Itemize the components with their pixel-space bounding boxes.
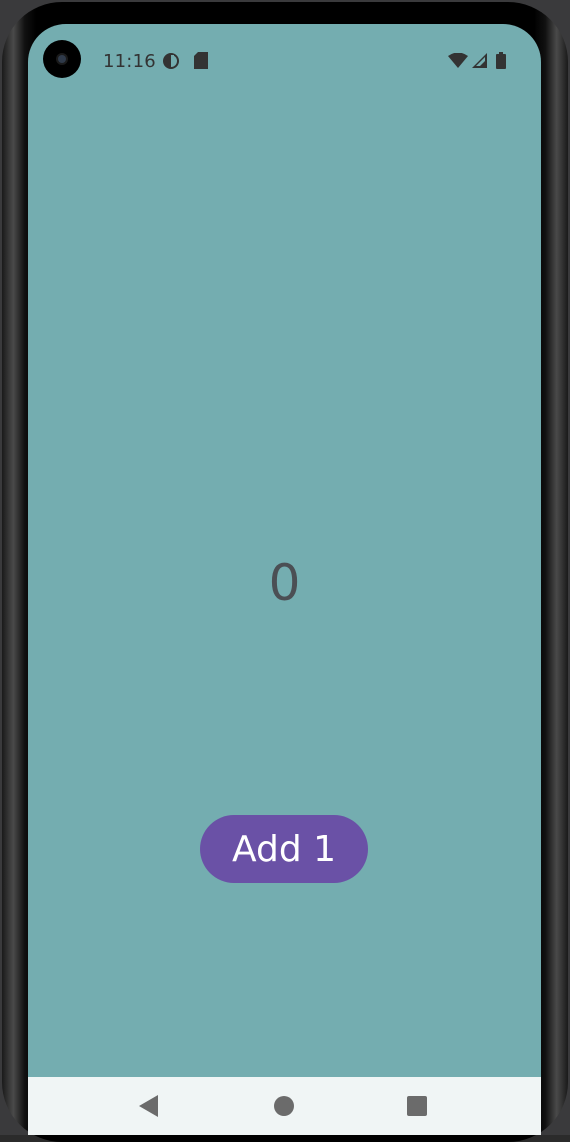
add-one-button[interactable]: Add 1	[200, 815, 368, 883]
privacy-indicator-icon	[163, 53, 179, 69]
cell-signal-icon	[472, 53, 487, 68]
back-button[interactable]	[119, 1077, 179, 1135]
sd-card-icon	[194, 52, 208, 69]
home-button[interactable]	[254, 1077, 314, 1135]
battery-icon	[496, 52, 506, 69]
wifi-icon	[448, 53, 468, 68]
recents-button[interactable]	[387, 1077, 447, 1135]
back-icon	[139, 1095, 158, 1117]
navigation-bar	[28, 1077, 541, 1135]
status-time: 11:16	[103, 51, 156, 72]
device-frame: 11:16 0 Add 1	[0, 0, 570, 1142]
recents-icon	[407, 1096, 427, 1116]
app-screen: 11:16 0 Add 1	[28, 24, 541, 1135]
status-bar: 11:16	[28, 24, 541, 96]
counter-display: 0	[268, 554, 301, 612]
front-camera-icon	[43, 40, 81, 78]
home-icon	[274, 1096, 294, 1116]
